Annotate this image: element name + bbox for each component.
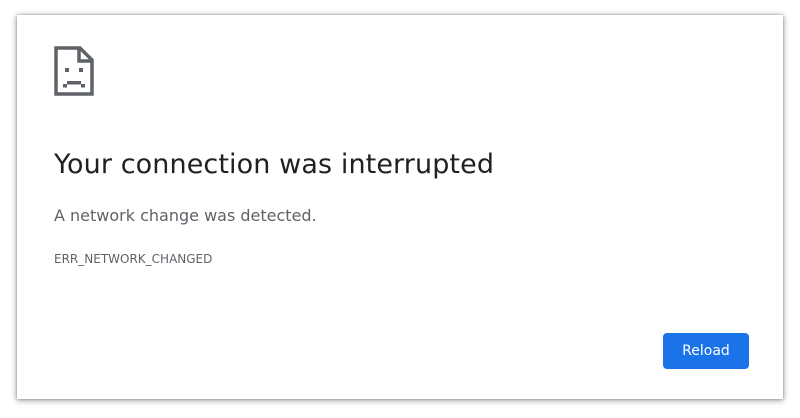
sad-page-icon: [54, 46, 94, 96]
error-code: ERR_NETWORK_CHANGED: [54, 252, 213, 266]
error-message: A network change was detected.: [54, 206, 317, 225]
reload-button[interactable]: Reload: [663, 333, 749, 369]
error-page-window: Your connection was interrupted A networ…: [17, 15, 783, 399]
page-title: Your connection was interrupted: [54, 149, 495, 180]
